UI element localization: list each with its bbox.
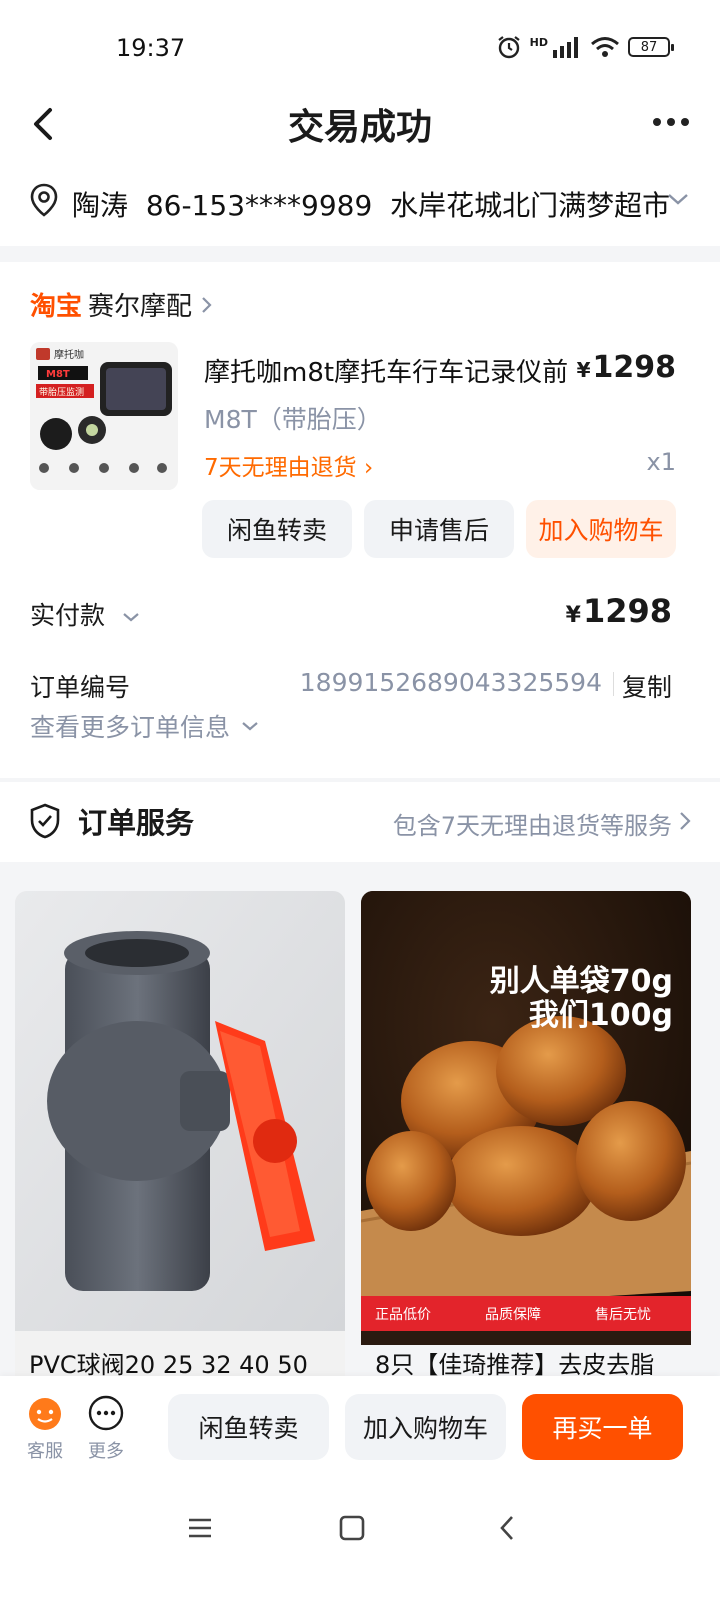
hd-label: HD (529, 35, 548, 49)
header: 交易成功 (0, 90, 720, 160)
order-detail-screen: 19:37 HD 87 交易成功 陶涛 86-153****9989 水岸花城北… (0, 0, 720, 1600)
add-to-cart-bottom-button[interactable]: 加入购物车 (345, 1394, 506, 1460)
buy-again-button[interactable]: 再买一单 (522, 1394, 683, 1460)
order-number: 1899152689043325594 (299, 668, 602, 697)
paid-amount: ¥1298 (566, 592, 672, 630)
status-bar: 19:37 HD 87 (0, 0, 720, 90)
home-icon[interactable] (338, 1514, 366, 1542)
recipient-name: 陶涛 (72, 189, 129, 222)
platform-logo: 淘宝 (30, 292, 83, 322)
paid-value: 1298 (582, 592, 672, 630)
recommend-name: PVC球阀20 25 32 40 50 (29, 1351, 308, 1379)
recommend-card-pvc-valve[interactable]: PVC球阀20 25 32 40 50 (15, 891, 345, 1391)
location-pin-icon (30, 183, 58, 217)
dot-icon (681, 118, 689, 126)
after-sales-button[interactable]: 申请售后 (364, 500, 514, 558)
return-policy-text: 7天无理由退货 (204, 455, 357, 481)
back-nav-icon[interactable] (494, 1514, 522, 1542)
recommend-name: 8只【佳琦推荐】去皮去脂 (361, 1345, 691, 1380)
menu-icon[interactable] (186, 1514, 214, 1542)
more-order-info-text: 查看更多订单信息 (30, 713, 231, 742)
dot-icon (667, 118, 675, 126)
more-menu-button[interactable] (646, 102, 696, 142)
thumb-brand: 摩托咖 (54, 348, 84, 361)
shipping-address[interactable]: 陶涛 86-153****9989 水岸花城北门满梦超市 (0, 160, 720, 246)
order-card: 淘宝 赛尔摩配 摩托咖 M8T 带胎压监测 摩托咖m8t摩托车行车记录仪前 ¥1… (0, 262, 720, 778)
product-quantity: x1 (646, 448, 676, 476)
customer-service-icon (29, 1398, 61, 1430)
product-sku: M8T（带胎压） (204, 405, 382, 434)
chevron-down-icon (668, 194, 688, 205)
system-nav-bar (0, 1480, 720, 1600)
battery-icon: 87 (628, 37, 674, 57)
signal-icon (553, 37, 578, 58)
customer-service-label: 客服 (27, 1441, 63, 1462)
chevron-right-icon (202, 296, 212, 313)
recipient-location: 水岸花城北门满梦超市 (390, 189, 671, 222)
badge-text: 正品低价 (375, 1307, 431, 1323)
more-button[interactable]: 更多 (86, 1394, 126, 1463)
more-label: 更多 (88, 1441, 124, 1462)
chevron-down-icon (242, 722, 258, 731)
order-number-label: 订单编号 (30, 673, 131, 702)
overlay-text-line2: 我们100g (529, 998, 673, 1033)
alarm-icon (497, 36, 520, 59)
order-service-row[interactable]: 订单服务 包含7天无理由退货等服务 (0, 782, 720, 862)
badge-text: 品质保障 (485, 1307, 541, 1323)
product-image: 别人单袋70g 我们100g 正品低价 品质保障 售后无忧 (361, 891, 691, 1331)
recipient-phone: 86-153****9989 (145, 189, 373, 222)
divider (613, 672, 614, 696)
chevron-right-icon (680, 812, 691, 830)
product-image (15, 891, 345, 1331)
more-order-info-link[interactable]: 查看更多订单信息 (30, 708, 260, 744)
overlay-text-line1: 别人单袋70g (490, 964, 673, 999)
shield-check-icon (30, 803, 60, 839)
badge-text: 售后无忧 (595, 1307, 651, 1323)
service-title: 订单服务 (78, 806, 195, 840)
address-text: 陶涛 86-153****9989 水岸花城北门满梦超市 (72, 184, 670, 224)
status-icons: HD 87 (496, 34, 674, 60)
resell-bottom-button[interactable]: 闲鱼转卖 (168, 1394, 329, 1460)
page-title: 交易成功 (287, 107, 432, 148)
status-time: 19:37 (116, 34, 186, 62)
product-title[interactable]: 摩托咖m8t摩托车行车记录仪前 (204, 352, 584, 389)
product-image: 摩托咖 M8T 带胎压监测 (30, 342, 178, 490)
bottom-action-bar: 客服 更多 闲鱼转卖 加入购物车 再买一单 (0, 1376, 720, 1480)
recommend-card-chicken[interactable]: 别人单袋70g 我们100g 正品低价 品质保障 售后无忧 8只【佳琦推荐】去皮… (361, 891, 691, 1391)
product-price: ¥1298 (577, 350, 676, 385)
battery-level: 87 (640, 39, 658, 55)
thumb-model: M8T (46, 369, 70, 380)
wifi-icon (591, 37, 619, 57)
resell-button[interactable]: 闲鱼转卖 (202, 500, 352, 558)
price-symbol: ¥ (576, 358, 591, 382)
dot-icon (653, 118, 661, 126)
paid-label: 实付款 (30, 601, 106, 630)
service-description: 包含7天无理由退货等服务 (392, 812, 672, 840)
copy-order-number-button[interactable]: 复制 (622, 668, 672, 704)
thumb-feature: 带胎压监测 (39, 386, 84, 398)
return-policy-link[interactable]: 7天无理由退货 › (204, 448, 373, 482)
shop-name: 赛尔摩配 (88, 292, 193, 322)
add-to-cart-button[interactable]: 加入购物车 (526, 500, 676, 558)
more-dots-icon (88, 1395, 124, 1431)
price-value: 1298 (592, 350, 677, 385)
chevron-down-icon (123, 613, 139, 622)
chevron-right-icon: › (363, 455, 374, 481)
customer-service-button[interactable]: 客服 (25, 1394, 65, 1463)
paid-amount-toggle[interactable]: 实付款 (30, 596, 141, 632)
paid-symbol: ¥ (565, 603, 581, 628)
product-thumbnail[interactable]: 摩托咖 M8T 带胎压监测 (30, 342, 178, 490)
shop-link[interactable]: 淘宝 赛尔摩配 (30, 286, 216, 323)
